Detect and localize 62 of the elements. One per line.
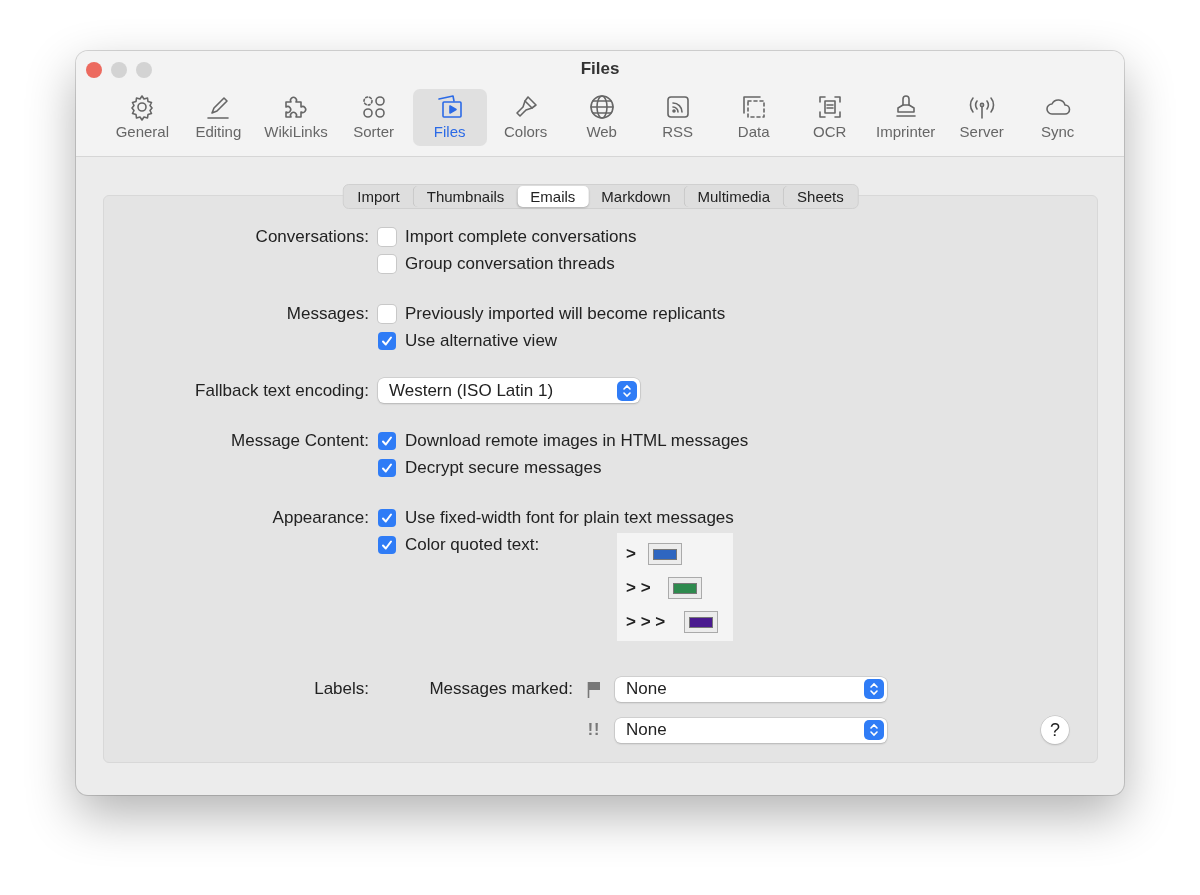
toolbar-tab[interactable]: Data [716,89,791,146]
flag-icon [587,680,601,698]
checkbox[interactable] [378,431,396,450]
field-label: Conversations: [254,226,369,248]
tab[interactable]: Sheets [783,186,857,207]
field-label: Message Content: [230,430,369,452]
checkbox[interactable] [378,458,396,477]
priority-mark: !! [587,721,601,739]
encoding-popup[interactable]: Western (ISO Latin 1) [378,378,640,403]
toolbar-tab[interactable]: Editing [181,89,256,146]
globe-icon [587,93,616,121]
field-label: Labels: [313,678,369,700]
toolbar-tab[interactable]: Sorter [336,89,411,146]
stepper-icon [864,720,884,740]
checkbox-label: Use alternative view [405,330,558,351]
window-title: Files [580,59,620,79]
toolbar-tab[interactable]: Files [412,89,487,146]
checkbox-label: Color quoted text: [405,534,540,555]
quote-level-marker: > [626,544,637,564]
checkbox-label: Import complete conversations [405,226,637,247]
label-popup[interactable]: None [615,676,887,702]
toolbar-tab[interactable]: Imprinter [868,89,943,146]
label-popup[interactable]: None [615,717,887,743]
tab[interactable]: Thumbnails [412,186,518,207]
checkbox[interactable] [378,331,396,350]
checkbox[interactable] [378,227,396,246]
color-well[interactable] [668,577,702,599]
checkbox[interactable] [378,304,396,323]
color-well[interactable] [648,543,682,565]
checkbox[interactable] [378,535,396,554]
checkbox-label: Group conversation threads [405,253,615,274]
checkbox-label: Download remote images in HTML messages [405,430,749,451]
stepper-icon [617,380,637,401]
puzzle-icon [282,93,310,121]
toolbar-tab[interactable]: WikiLinks [257,89,335,146]
close-button[interactable] [86,62,102,78]
tab[interactable]: Multimedia [683,186,784,207]
tab[interactable]: Markdown [588,186,684,207]
toolbar-tab[interactable]: General [105,89,180,146]
toolbar-tab[interactable]: Web [564,89,639,146]
field-label: Appearance: [271,507,369,529]
color-well[interactable] [684,611,718,633]
toolbar-tab[interactable]: Server [944,89,1019,146]
checkbox[interactable] [378,254,396,273]
stepper-icon [864,679,884,699]
checkbox-label: Decrypt secure messages [405,457,602,478]
toolbar-tab[interactable]: RSS [640,89,715,146]
help-button[interactable]: ? [1041,716,1069,744]
tab[interactable]: Emails [517,186,589,207]
quote-level-marker: > > > [626,612,667,632]
field-label: Messages: [285,303,369,325]
checkbox-label: Use fixed-width font for plain text messages [405,507,734,528]
media-files-icon [435,93,464,121]
checkbox[interactable] [378,508,396,527]
tab[interactable]: Import [344,186,413,207]
toolbar-tab[interactable]: Colors [488,89,563,146]
field-label: Messages marked: [428,679,573,699]
field-label: Fallback text encoding: [194,380,369,402]
toolbar-tab[interactable]: OCR [792,89,867,146]
quote-level-marker: > > [626,578,652,598]
toolbar-tab[interactable]: Sync [1020,89,1095,146]
checkbox-label: Previously imported will become replicants [405,303,726,324]
